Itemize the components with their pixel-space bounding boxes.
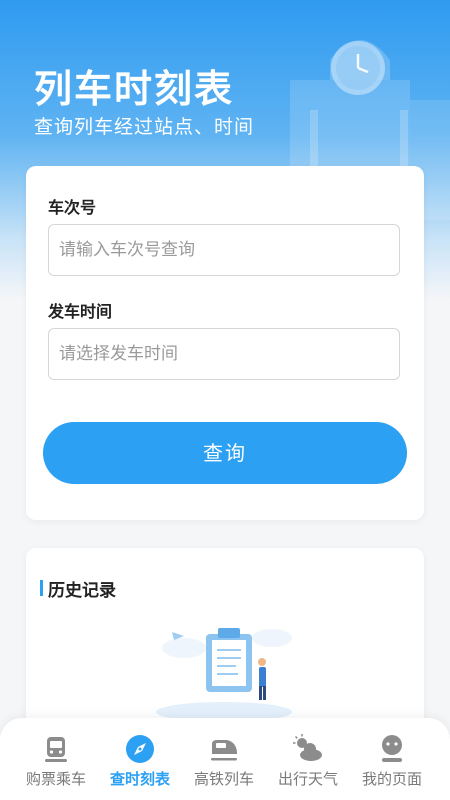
page-title: 列车时刻表 [34, 67, 235, 111]
train-number-label: 车次号 [48, 198, 97, 217]
empty-clipboard-illustration [156, 628, 292, 722]
compass-icon [126, 735, 154, 763]
weather-icon [293, 734, 322, 761]
departure-time-picker[interactable]: 请选择发车时间 [48, 328, 400, 380]
tab-timetable[interactable]: 查时刻表 [98, 718, 182, 800]
train-number-input[interactable]: 请输入车次号查询 [48, 224, 400, 276]
section-accent-bar [40, 580, 43, 596]
page-subtitle: 查询列车经过站点、时间 [34, 116, 255, 138]
tab-label: 购票乘车 [25, 770, 86, 788]
tab-label: 高铁列车 [193, 770, 254, 788]
query-button[interactable]: 查询 [43, 422, 407, 484]
tab-high-speed[interactable]: 高铁列车 [182, 718, 266, 800]
search-form-card: 车次号 请输入车次号查询 发车时间 请选择发车时间 查询 [26, 166, 424, 520]
profile-icon [382, 735, 402, 762]
tab-label: 查时刻表 [109, 770, 170, 788]
tab-label: 出行天气 [277, 770, 338, 788]
history-title: 历史记录 [48, 581, 116, 601]
tab-profile[interactable]: 我的页面 [350, 718, 434, 800]
bottom-tab-bar: 购票乘车 查时刻表 高铁列车 出行天气 我的页面 [0, 718, 450, 800]
high-speed-train-icon [211, 740, 237, 761]
tab-weather[interactable]: 出行天气 [266, 718, 350, 800]
tab-buy-tickets[interactable]: 购票乘车 [14, 718, 98, 800]
train-icon [45, 737, 67, 762]
tab-label: 我的页面 [361, 770, 422, 788]
departure-time-label: 发车时间 [48, 302, 113, 321]
